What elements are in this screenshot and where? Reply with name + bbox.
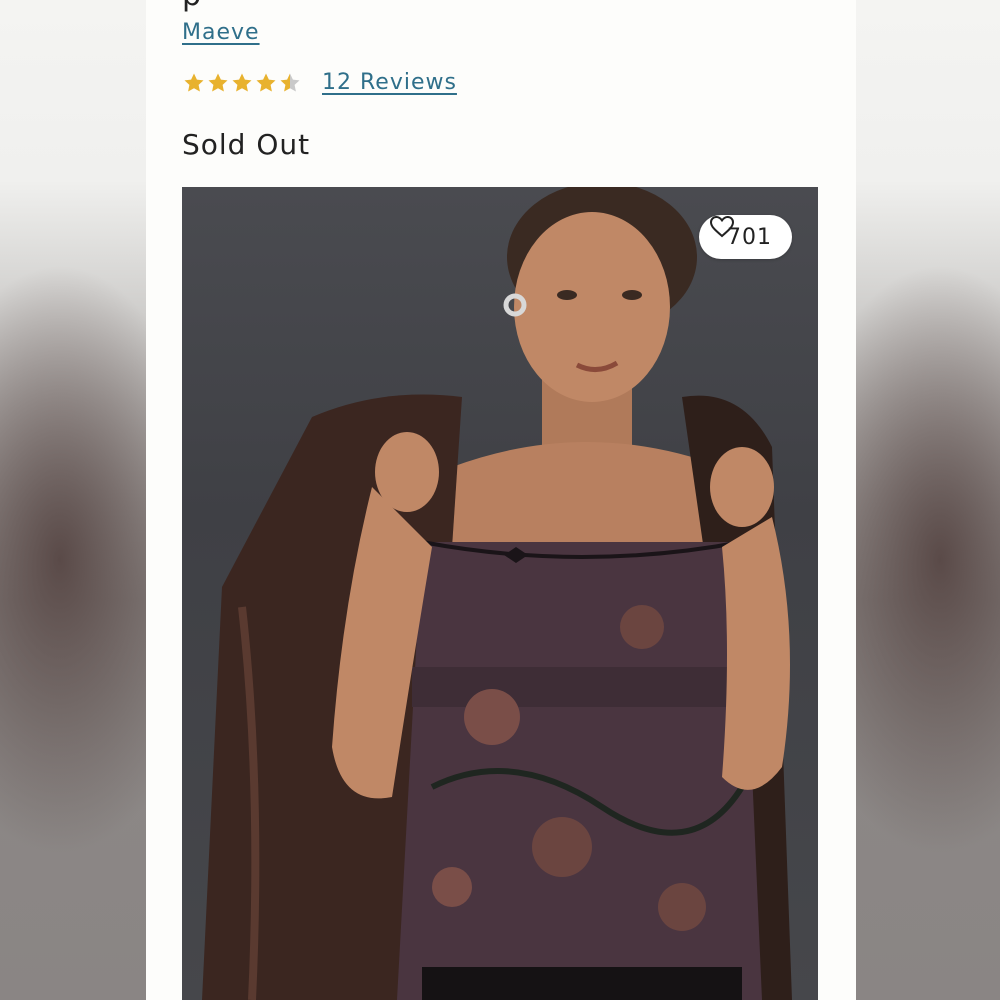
star-icon — [208, 73, 228, 91]
heart-outline-icon — [709, 215, 735, 238]
product-title-partial: p — [182, 0, 202, 13]
rating-row: 12 Reviews — [182, 70, 457, 95]
availability-status: Sold Out — [182, 128, 311, 161]
reviews-link[interactable]: 12 Reviews — [322, 70, 457, 95]
product-photo[interactable]: 701 — [182, 187, 818, 1000]
star-icon — [232, 73, 252, 91]
product-card: p Maeve 12 Reviews Sold Out — [146, 0, 856, 1000]
product-photo-illustration — [202, 187, 792, 1000]
star-icon — [184, 73, 204, 91]
brand-link[interactable]: Maeve — [182, 20, 260, 45]
favorite-button[interactable]: 701 — [699, 215, 792, 259]
half-star-icon — [280, 73, 300, 91]
star-icon — [256, 73, 276, 91]
star-rating — [182, 71, 302, 95]
